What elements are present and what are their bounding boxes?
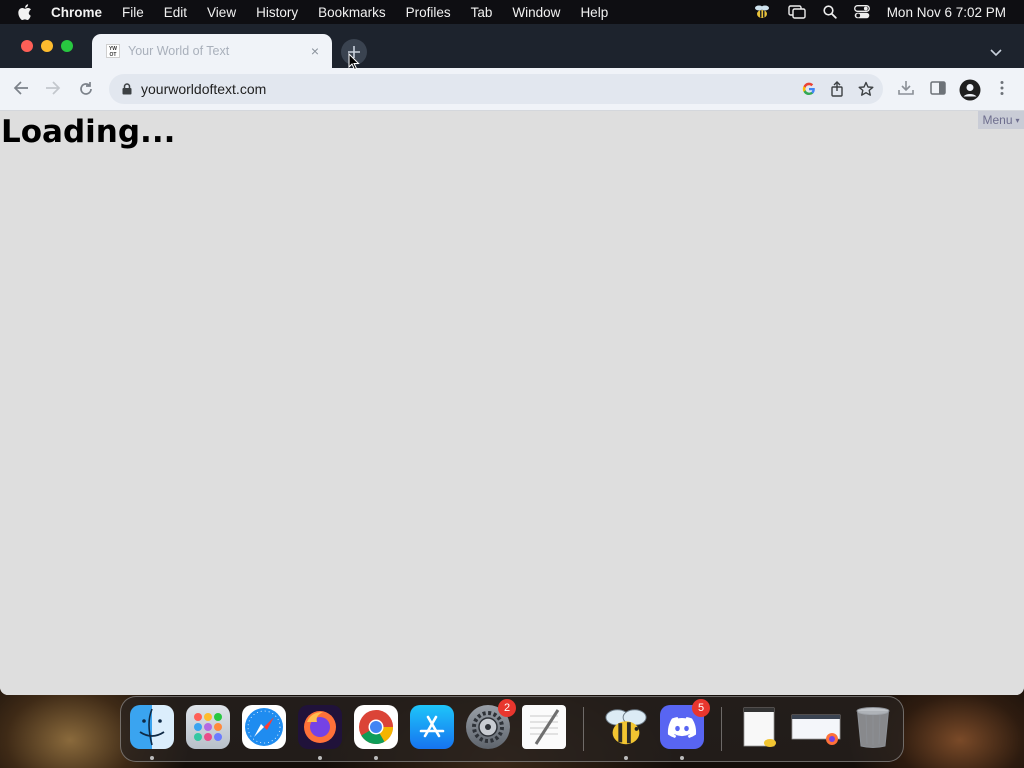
chrome-icon[interactable] bbox=[354, 705, 398, 749]
page-content[interactable]: Loading... Menu ▾ bbox=[0, 111, 1024, 695]
browser-toolbar: yourworldoftext.com bbox=[0, 68, 1024, 111]
reload-button[interactable] bbox=[78, 81, 94, 97]
share-icon[interactable] bbox=[830, 81, 844, 97]
menu-chrome[interactable]: Chrome bbox=[51, 5, 102, 20]
close-window-button[interactable] bbox=[21, 40, 33, 52]
bee-app-icon[interactable] bbox=[604, 705, 648, 749]
menu-edit[interactable]: Edit bbox=[164, 5, 187, 20]
download-icon bbox=[898, 81, 914, 95]
side-panel-icon bbox=[930, 81, 946, 95]
forward-button[interactable] bbox=[45, 81, 61, 95]
menu-help[interactable]: Help bbox=[580, 5, 608, 20]
tab-your-world-of-text[interactable]: YW OT Your World of Text × bbox=[92, 34, 332, 68]
app-store-icon[interactable] bbox=[410, 705, 454, 749]
arrow-right-icon bbox=[46, 81, 61, 95]
textedit-icon[interactable] bbox=[522, 705, 566, 749]
minimize-window-button[interactable] bbox=[41, 40, 53, 52]
running-indicator bbox=[374, 756, 378, 760]
dock-separator bbox=[721, 707, 722, 751]
caret-down-icon: ▾ bbox=[1015, 115, 1020, 125]
site-favicon-icon: YW OT bbox=[106, 44, 120, 58]
loading-text: Loading... bbox=[1, 114, 176, 150]
running-indicator bbox=[680, 756, 684, 760]
macos-menu-bar: Chrome File Edit View History Bookmarks … bbox=[0, 0, 1024, 24]
menu-view[interactable]: View bbox=[207, 5, 236, 20]
tab-search-button[interactable] bbox=[990, 44, 1002, 62]
mouse-cursor-icon bbox=[348, 52, 360, 76]
minimized-window-thumbnail[interactable] bbox=[790, 705, 842, 749]
profile-button[interactable] bbox=[959, 79, 981, 101]
running-indicator bbox=[318, 756, 322, 760]
menu-file[interactable]: File bbox=[122, 5, 144, 20]
address-bar[interactable]: yourworldoftext.com bbox=[109, 74, 883, 104]
tab-strip: YW OT Your World of Text × bbox=[0, 24, 1024, 68]
dock-separator bbox=[583, 707, 584, 751]
chrome-menu-button[interactable] bbox=[999, 80, 1005, 96]
page-menu-button[interactable]: Menu ▾ bbox=[978, 111, 1024, 129]
finder-icon[interactable] bbox=[130, 705, 174, 749]
side-panel-button[interactable] bbox=[930, 80, 946, 96]
firefox-icon[interactable] bbox=[298, 705, 342, 749]
notification-badge: 5 bbox=[692, 699, 710, 717]
url-text[interactable]: yourworldoftext.com bbox=[141, 81, 802, 97]
control-center-icon[interactable] bbox=[853, 5, 870, 19]
bookmark-star-icon[interactable] bbox=[858, 81, 874, 97]
menu-profiles[interactable]: Profiles bbox=[406, 5, 451, 20]
dock: 2 5 bbox=[120, 696, 904, 762]
minimized-window-thumbnail[interactable] bbox=[742, 705, 776, 749]
trash-icon[interactable] bbox=[852, 705, 894, 749]
menubar-clock[interactable]: Mon Nov 6 7:02 PM bbox=[887, 5, 1006, 20]
menu-history[interactable]: History bbox=[256, 5, 298, 20]
menu-window[interactable]: Window bbox=[512, 5, 560, 20]
bee-icon[interactable] bbox=[753, 4, 771, 20]
page-menu-label: Menu bbox=[982, 113, 1013, 127]
tab-title: Your World of Text bbox=[128, 44, 230, 58]
profile-avatar-icon bbox=[959, 79, 981, 101]
back-button[interactable] bbox=[13, 81, 29, 95]
menu-bookmarks[interactable]: Bookmarks bbox=[318, 5, 386, 20]
reload-icon bbox=[80, 82, 92, 95]
screen-mirroring-icon[interactable] bbox=[787, 5, 806, 19]
safari-icon[interactable] bbox=[242, 705, 286, 749]
fullscreen-window-button[interactable] bbox=[61, 40, 73, 52]
lock-icon[interactable] bbox=[122, 83, 132, 95]
spotlight-search-icon[interactable] bbox=[823, 5, 837, 19]
google-lens-icon[interactable] bbox=[802, 82, 816, 96]
running-indicator bbox=[624, 756, 628, 760]
more-vertical-icon bbox=[1000, 81, 1004, 95]
chrome-window: YW OT Your World of Text × yourworldofte… bbox=[0, 24, 1024, 695]
apple-menu-icon[interactable] bbox=[18, 4, 34, 20]
running-indicator bbox=[150, 756, 154, 760]
downloads-button[interactable] bbox=[897, 80, 915, 96]
system-settings-icon[interactable]: 2 bbox=[466, 699, 516, 749]
chevron-down-icon bbox=[990, 49, 1002, 57]
menu-tab[interactable]: Tab bbox=[471, 5, 493, 20]
notification-badge: 2 bbox=[498, 699, 516, 717]
launchpad-icon[interactable] bbox=[186, 705, 230, 749]
arrow-left-icon bbox=[13, 81, 28, 95]
tab-close-button[interactable]: × bbox=[308, 43, 322, 59]
discord-icon[interactable]: 5 bbox=[660, 699, 710, 749]
